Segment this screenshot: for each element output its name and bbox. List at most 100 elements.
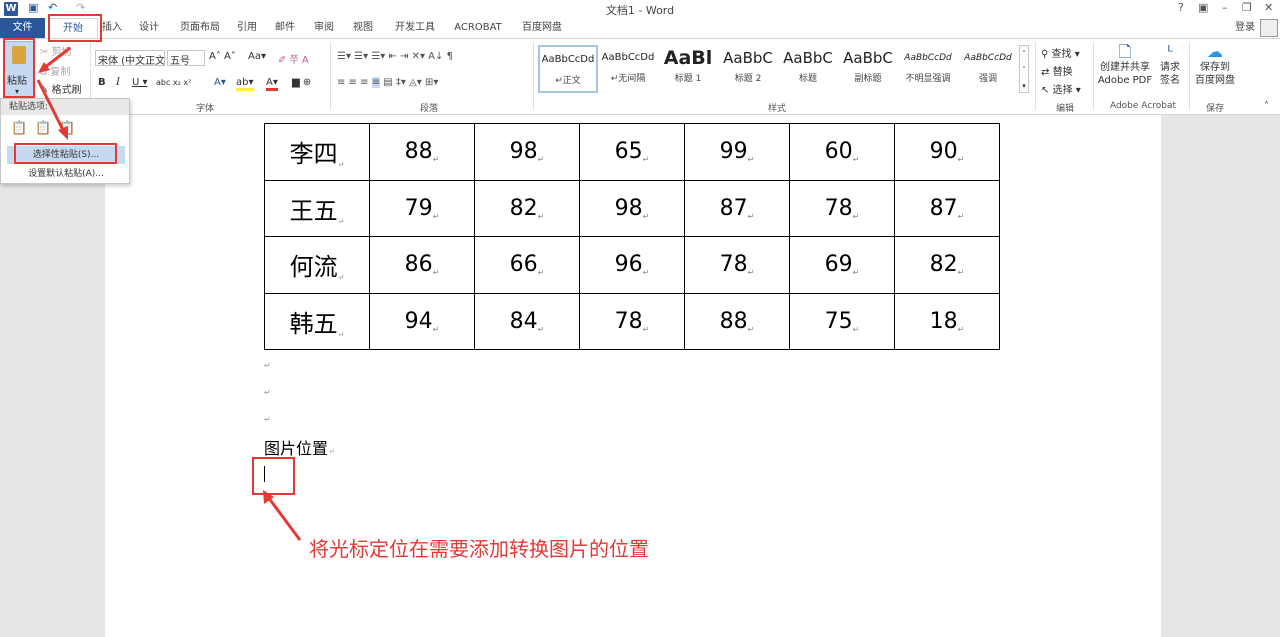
score-cell[interactable]: 98↵ bbox=[474, 123, 580, 181]
name-cell[interactable]: 何流↵ bbox=[264, 236, 370, 294]
score-cell[interactable]: 98↵ bbox=[579, 179, 685, 237]
tab-view[interactable]: 视图 bbox=[348, 18, 378, 38]
score-cell[interactable]: 99↵ bbox=[684, 123, 790, 181]
avatar[interactable] bbox=[1260, 19, 1278, 37]
find-label: 查找 bbox=[1051, 49, 1072, 60]
style-subtitle[interactable]: AaBbC 副标题 bbox=[838, 45, 898, 93]
score-cell[interactable]: 78↵ bbox=[684, 236, 790, 294]
highlight-icon[interactable]: ab▾ bbox=[236, 77, 254, 91]
italic-icon[interactable]: I bbox=[116, 77, 120, 88]
image-position-text[interactable]: 图片位置↵ bbox=[264, 435, 335, 459]
score-cell[interactable]: 78↵ bbox=[789, 179, 895, 237]
select-button[interactable]: ↖ 选择 ▾ bbox=[1041, 81, 1081, 96]
save-baidu-button[interactable]: ☁ 保存到 百度网盘 bbox=[1193, 44, 1237, 87]
set-default-paste-item[interactable]: 设置默认粘贴(A)... bbox=[7, 165, 125, 183]
tab-insert[interactable]: 插入 bbox=[100, 18, 124, 38]
collapse-ribbon-icon[interactable]: ˄ bbox=[1264, 101, 1269, 112]
score-cell[interactable]: 69↵ bbox=[789, 236, 895, 294]
replace-button[interactable]: ⇄ 替换 bbox=[1041, 63, 1073, 78]
tab-file[interactable]: 文件 bbox=[0, 18, 45, 38]
save-group-label: 保存 bbox=[1205, 104, 1224, 114]
window-title: 文档1 - Word bbox=[605, 4, 675, 17]
score-cell[interactable]: 78↵ bbox=[579, 292, 685, 350]
style-preview: AaBbCcDd bbox=[541, 54, 595, 65]
bullets-icon[interactable]: ☰▾ ☰▾ ☰▾ ⇤ ⇥ ✕▾ A↓ ¶ bbox=[337, 51, 453, 62]
styles-scroll[interactable]: ˄ ˅ ▾ bbox=[1019, 45, 1029, 93]
ribbon-display-icon[interactable]: ▣ bbox=[1198, 1, 1208, 14]
tab-mailings[interactable]: 邮件 bbox=[270, 18, 300, 38]
score-cell[interactable]: 60↵ bbox=[789, 123, 895, 181]
name-cell[interactable]: 李四↵ bbox=[264, 123, 370, 181]
create-pdf-label: 创建并共享 Adobe PDF bbox=[1097, 62, 1153, 86]
separator bbox=[330, 42, 331, 110]
cut-button[interactable]: ✂ 剪切 bbox=[40, 43, 72, 58]
scissors-icon: ✂ bbox=[40, 47, 49, 58]
name-cell[interactable]: 王五↵ bbox=[264, 179, 370, 237]
score-cell[interactable]: 88↵ bbox=[684, 292, 790, 350]
copy-button[interactable]: ⧉ 复制 bbox=[40, 63, 70, 78]
create-pdf-button[interactable]: 🗋 创建并共享 Adobe PDF bbox=[1097, 44, 1153, 87]
font-color-icon[interactable]: A▾ bbox=[266, 77, 278, 91]
score-cell[interactable]: 82↵ bbox=[894, 236, 1000, 294]
clear-format-icon[interactable]: ✐ 쭈 A bbox=[278, 51, 309, 66]
help-icon[interactable]: ? bbox=[1178, 1, 1184, 14]
restore-icon[interactable]: ❐ bbox=[1242, 1, 1252, 14]
find-button[interactable]: ⚲ 查找 ▾ bbox=[1041, 45, 1080, 60]
save-baidu-label: 保存到 百度网盘 bbox=[1195, 62, 1235, 86]
tab-references[interactable]: 引用 bbox=[232, 18, 262, 38]
tab-layout[interactable]: 页面布局 bbox=[172, 18, 228, 38]
tab-review[interactable]: 审阅 bbox=[309, 18, 339, 38]
score-cell[interactable]: 75↵ bbox=[789, 292, 895, 350]
style-no-spacing[interactable]: AaBbCcDd ↵无间隔 bbox=[598, 45, 658, 93]
score-cell[interactable]: 88↵ bbox=[369, 123, 475, 181]
close-icon[interactable]: ✕ bbox=[1264, 1, 1273, 14]
style-subtle-emphasis[interactable]: AaBbCcDd 不明显强调 bbox=[898, 45, 958, 93]
score-cell[interactable]: 94↵ bbox=[369, 292, 475, 350]
style-title[interactable]: AaBbC 标题 bbox=[778, 45, 838, 93]
tab-developer[interactable]: 开发工具 bbox=[388, 18, 442, 38]
paste-keep-source-icon[interactable]: 📋 bbox=[11, 121, 27, 136]
style-name: ↵正文 bbox=[555, 76, 581, 86]
change-case-icon[interactable]: Aa▾ bbox=[248, 51, 266, 62]
copy-label: 复制 bbox=[50, 67, 71, 78]
paste-text-only-icon[interactable]: 📋 bbox=[59, 121, 75, 136]
bold-icon[interactable]: B bbox=[98, 77, 106, 88]
format-painter-button[interactable]: ✎ 格式刷 bbox=[40, 81, 82, 96]
style-preview: AaBbCcDd bbox=[904, 53, 952, 63]
request-sign-button[interactable]: ᴸ 请求 签名 bbox=[1156, 44, 1184, 87]
font-name-select[interactable]: 宋体 (中文正文 bbox=[95, 50, 165, 66]
score-cell[interactable]: 84↵ bbox=[474, 292, 580, 350]
name-cell[interactable]: 韩五↵ bbox=[264, 292, 370, 350]
tab-baidu[interactable]: 百度网盘 bbox=[514, 18, 570, 38]
score-cell[interactable]: 82↵ bbox=[474, 179, 580, 237]
cut-label: 剪切 bbox=[51, 47, 72, 58]
score-cell[interactable]: 87↵ bbox=[894, 179, 1000, 237]
text-effects-icon[interactable]: A▾ bbox=[214, 77, 226, 88]
underline-icon[interactable]: U ▾ bbox=[132, 77, 148, 88]
score-cell[interactable]: 18↵ bbox=[894, 292, 1000, 350]
font-size-select[interactable]: 五号 bbox=[167, 50, 205, 67]
style-normal[interactable]: AaBbCcDd ↵正文 bbox=[538, 45, 598, 93]
minimize-icon[interactable]: – bbox=[1222, 1, 1228, 14]
char-shading-icon[interactable]: ▆ ⊕ bbox=[292, 77, 311, 88]
style-heading-1[interactable]: AaBl 标题 1 bbox=[658, 45, 718, 93]
paste-special-highlight bbox=[14, 143, 117, 164]
style-name: 标题 2 bbox=[734, 74, 762, 84]
tab-acrobat[interactable]: ACROBAT bbox=[450, 18, 506, 38]
grow-font-icon[interactable]: A˄ A˅ bbox=[209, 51, 236, 62]
paste-merge-icon[interactable]: 📋 bbox=[35, 121, 51, 136]
score-cell[interactable]: 96↵ bbox=[579, 236, 685, 294]
style-emphasis[interactable]: AaBbCcDd 强调 bbox=[958, 45, 1018, 93]
score-cell[interactable]: 65↵ bbox=[579, 123, 685, 181]
tab-design[interactable]: 设计 bbox=[134, 18, 164, 38]
separator bbox=[1189, 42, 1190, 110]
strikethrough-icon[interactable]: abc x₂ x² bbox=[156, 78, 191, 87]
score-cell[interactable]: 87↵ bbox=[684, 179, 790, 237]
style-heading-2[interactable]: AaBbC 标题 2 bbox=[718, 45, 778, 93]
score-cell[interactable]: 90↵ bbox=[894, 123, 1000, 181]
signin-link[interactable]: 登录 bbox=[1232, 18, 1258, 38]
score-cell[interactable]: 66↵ bbox=[474, 236, 580, 294]
score-cell[interactable]: 86↵ bbox=[369, 236, 475, 294]
score-cell[interactable]: 79↵ bbox=[369, 179, 475, 237]
align-icons[interactable]: ≡ ≡ ≡ ≡ ▤ ‡▾ ◬▾ ⊞▾ bbox=[337, 77, 438, 88]
